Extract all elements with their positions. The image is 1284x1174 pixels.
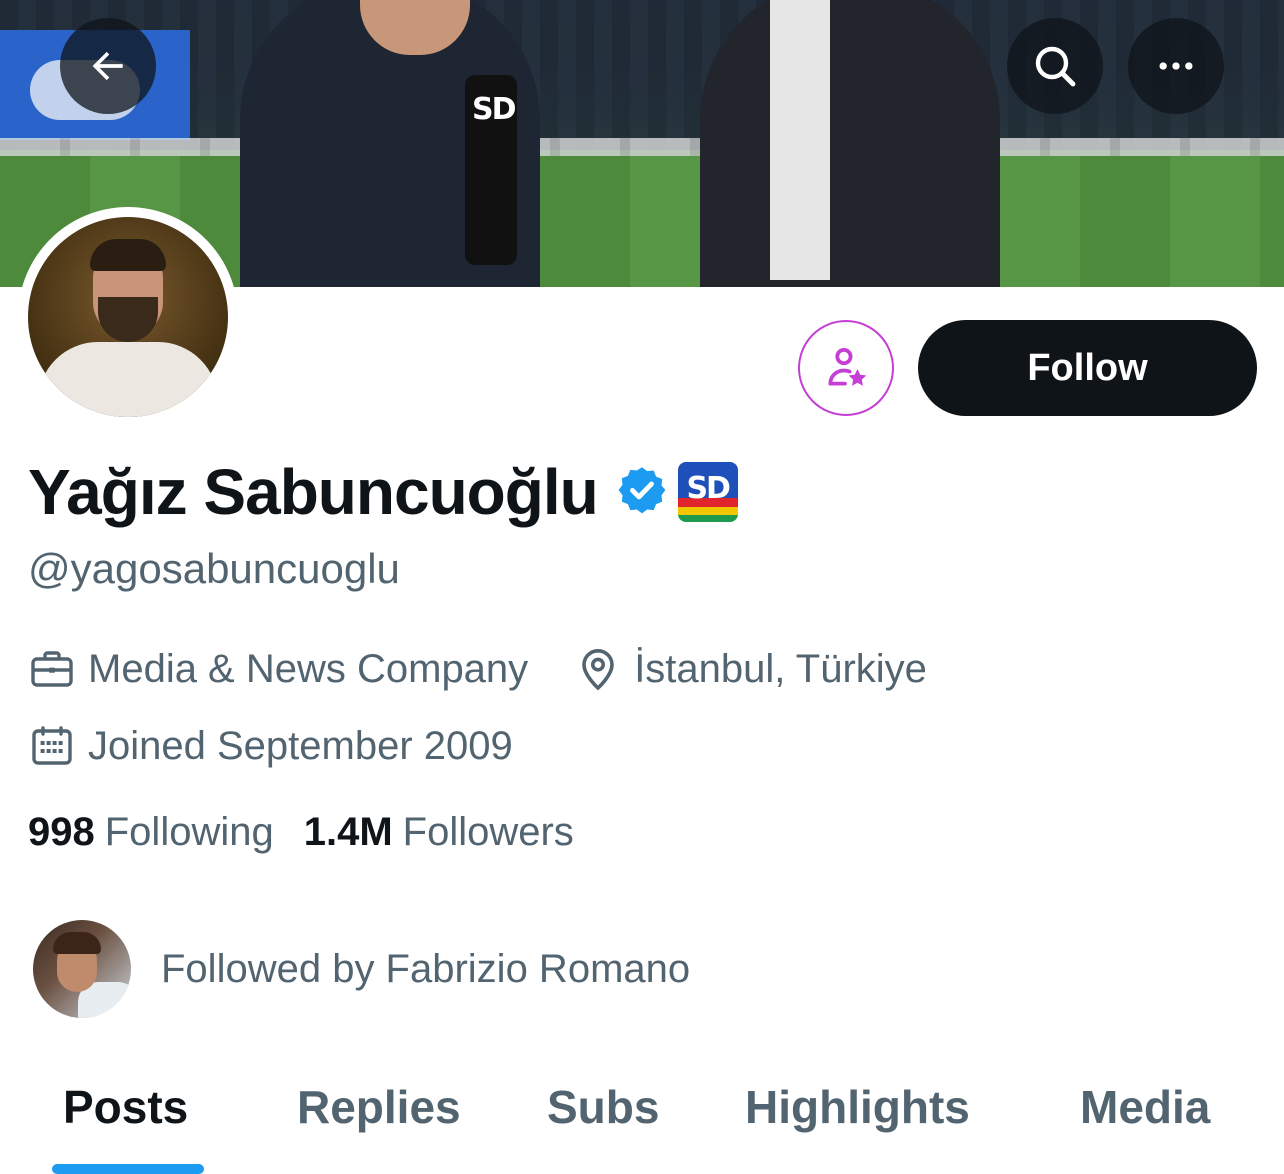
following-count: 998 (28, 810, 95, 854)
more-horizontal-icon (1159, 62, 1193, 70)
affiliate-badge-label: SD (686, 470, 730, 506)
affiliate-badge[interactable]: SD (677, 462, 738, 522)
search-button[interactable] (1007, 18, 1103, 114)
tab-replies[interactable]: Replies (297, 1080, 461, 1134)
tab-highlights[interactable]: Highlights (745, 1080, 970, 1134)
followed-by-text: Followed by Fabrizio Romano (161, 946, 691, 991)
followed-by-row[interactable]: Followed by Fabrizio Romano (33, 920, 690, 1018)
profile-category: Media & News Company (88, 646, 529, 691)
profile-tabs: Posts Replies Subs Highlights Media (0, 1068, 1284, 1174)
profile-meta-row: Media & News Company İstanbul, Türkiye (28, 645, 927, 693)
subscribe-notifications-button[interactable] (798, 320, 894, 416)
banner-person-right (700, 0, 1000, 287)
followers-link[interactable]: 1.4M Followers (304, 810, 574, 855)
followers-label: Followers (402, 810, 574, 854)
active-tab-indicator (52, 1164, 204, 1174)
arrow-left-icon (92, 51, 123, 81)
profile-avatar[interactable] (18, 207, 238, 427)
tab-posts[interactable]: Posts (63, 1080, 188, 1134)
profile-handle: @yagosabuncuoglu (28, 545, 400, 592)
profile-joined-row: Joined September 2009 (28, 722, 513, 770)
avatar-photo (28, 217, 228, 417)
following-link[interactable]: 998 Following (28, 810, 274, 855)
followers-count: 1.4M (303, 810, 393, 854)
following-label: Following (104, 810, 274, 854)
profile-joined-date: Joined September 2009 (88, 723, 513, 768)
person-star-icon (828, 347, 867, 386)
briefcase-icon (28, 645, 76, 693)
profile-location: İstanbul, Türkiye (634, 646, 927, 691)
banner-ad-board (0, 138, 1284, 156)
verified-badge-icon[interactable] (616, 464, 668, 521)
more-options-button[interactable] (1128, 18, 1224, 114)
followed-by-avatar (33, 920, 131, 1018)
search-icon (1035, 46, 1076, 87)
profile-stats: 998 Following 1.4M Followers (28, 810, 574, 855)
follow-button[interactable]: Follow (918, 320, 1257, 416)
tab-subs[interactable]: Subs (547, 1080, 659, 1134)
back-button[interactable] (60, 18, 156, 114)
location-pin-icon (574, 645, 622, 693)
banner-mic-label: SD (472, 92, 516, 127)
calendar-icon (28, 722, 76, 770)
tab-media[interactable]: Media (1080, 1080, 1210, 1134)
profile-name-row: Yağız Sabuncuoğlu SD (28, 450, 738, 534)
display-name: Yağız Sabuncuoğlu (28, 456, 599, 528)
